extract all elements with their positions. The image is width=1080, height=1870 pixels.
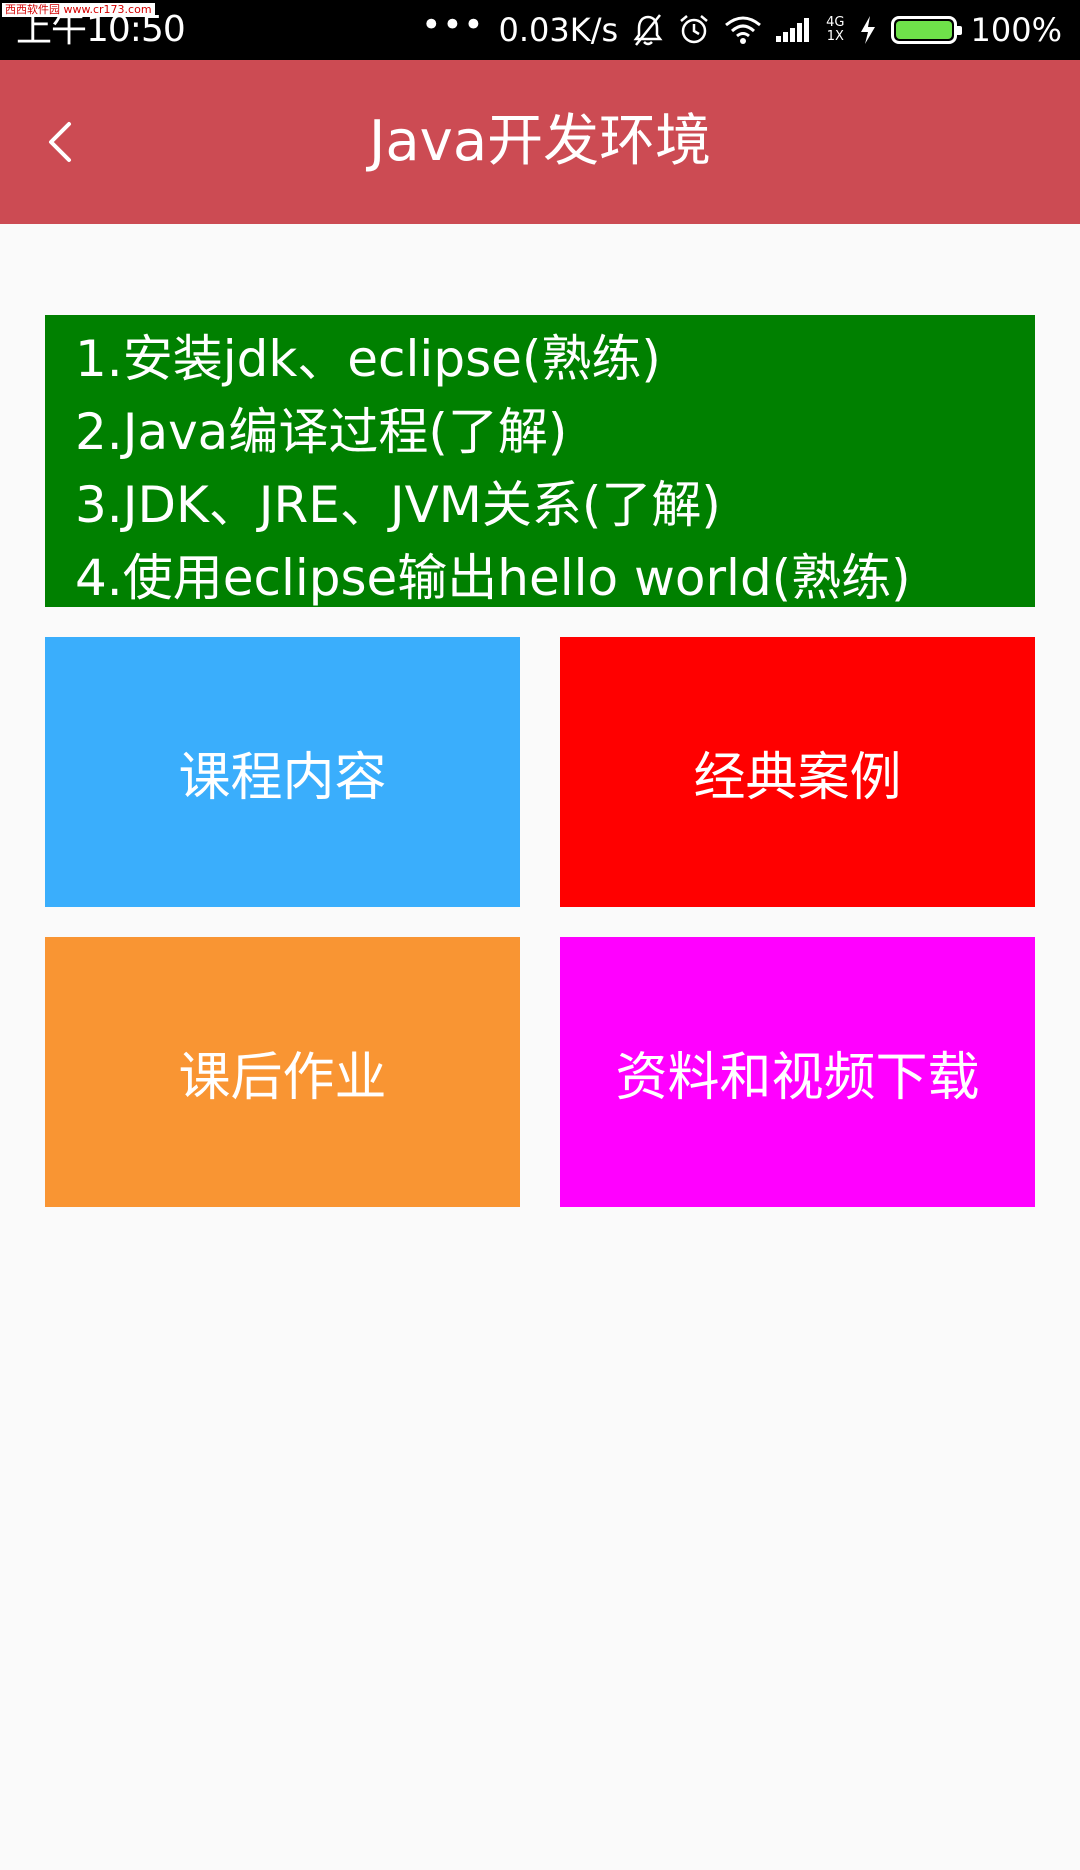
status-bar: 上午10:50 西西软件园 www.cr173.com ••• 0.03K/s: [0, 0, 1080, 60]
chevron-left-icon: [49, 122, 71, 162]
app-bar: Java开发环境: [0, 60, 1080, 224]
topic-line: 3.JDK、JRE、JVM关系(了解): [75, 476, 721, 534]
more-notifications-icon: •••: [421, 5, 485, 45]
topic-line: 1.安装jdk、eclipse(熟练): [75, 330, 661, 388]
battery-level: [895, 21, 952, 39]
materials-video-download-button[interactable]: 资料和视频下载: [560, 937, 1035, 1207]
homework-button[interactable]: 课后作业: [45, 937, 520, 1207]
wifi-icon: [724, 15, 762, 45]
battery-percent: 100%: [970, 11, 1062, 49]
page-title: Java开发环境: [368, 109, 712, 174]
course-content-button[interactable]: 课程内容: [45, 637, 520, 907]
charging-icon: [859, 15, 877, 45]
course-topics-box: 1.安装jdk、eclipse(熟练) 2.Java编译过程(了解) 3.JDK…: [45, 315, 1035, 607]
battery-icon: [890, 16, 962, 44]
notifications-muted-icon: [632, 13, 664, 47]
status-icons: ••• 0.03K/s 4G 1X 100%: [421, 0, 1062, 60]
alarm-icon: [678, 13, 710, 47]
topic-line: 4.使用eclipse输出hello world(熟练): [75, 549, 911, 607]
back-button[interactable]: [30, 112, 90, 172]
classic-cases-button[interactable]: 经典案例: [560, 637, 1035, 907]
signal-strength-icon: [776, 16, 812, 44]
topic-line: 2.Java编译过程(了解): [75, 403, 568, 461]
network-speed: 0.03K/s: [498, 11, 619, 49]
watermark: 西西软件园 www.cr173.com: [2, 3, 155, 17]
network-type: 4G 1X: [826, 15, 845, 44]
